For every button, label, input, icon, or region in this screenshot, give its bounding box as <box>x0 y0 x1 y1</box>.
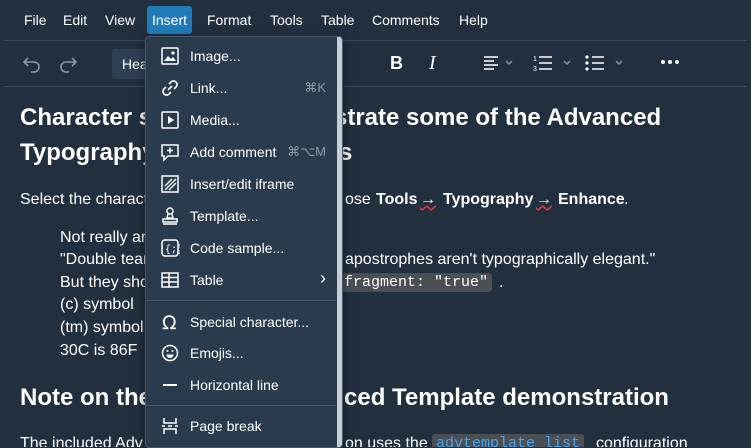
menu-item-table[interactable]: Table › <box>146 265 336 295</box>
list-item-3-end: . <box>499 274 504 291</box>
list-item-2-right: apostrophes aren't typographically elega… <box>345 251 656 268</box>
italic-icon[interactable]: I <box>429 52 436 75</box>
numbered-list-icon[interactable]: 13 <box>532 53 574 73</box>
bottom-text-mid: on uses the <box>345 435 428 447</box>
menubar: File Edit View Insert Format Tools Table… <box>0 0 751 40</box>
list-item-3-code: fragment: "true" <box>340 273 493 292</box>
intro-tools: Tools <box>376 191 418 208</box>
bold-icon[interactable]: B <box>390 53 403 74</box>
menu-file[interactable]: File <box>19 6 52 34</box>
menu-view[interactable]: View <box>100 6 140 34</box>
insert-menu: Image... Link... ⌘K Media... Add comment… <box>145 36 343 448</box>
menu-scrollbar[interactable] <box>337 37 342 447</box>
undo-icon[interactable] <box>22 53 42 73</box>
menu-item-iframe[interactable]: Insert/edit iframe <box>146 169 336 199</box>
intro-period: . <box>624 191 629 208</box>
code-sample-icon: {;} <box>160 238 183 258</box>
menu-item-link[interactable]: Link... ⌘K <box>146 73 336 103</box>
menu-item-label: Horizontal line <box>190 377 279 393</box>
intro-arrow-2: → <box>536 191 552 208</box>
intro-text-mid: ose <box>345 191 371 208</box>
svg-text:{;}: {;} <box>165 244 180 256</box>
menu-item-horizontal-line[interactable]: Horizontal line <box>146 370 336 400</box>
heading-line2-left: Typography <box>20 139 156 166</box>
intro-typography: Typography <box>443 191 534 208</box>
menu-item-label: Link... <box>190 80 228 96</box>
menu-item-template[interactable]: Template... <box>146 201 336 231</box>
media-icon <box>160 110 180 130</box>
menu-item-label: Table <box>190 272 224 288</box>
intro-arrow-1: → <box>420 191 436 208</box>
svg-text:Ω: Ω <box>162 312 177 332</box>
editor-body[interactable]: Character s strate some of the Advanced … <box>4 86 747 447</box>
menu-item-label: Add comment <box>190 144 277 160</box>
more-icon[interactable] <box>660 55 680 69</box>
menu-item-label: Media... <box>190 112 240 128</box>
menu-edit[interactable]: Edit <box>58 6 92 34</box>
bullet-list-icon[interactable] <box>584 53 628 73</box>
table-icon <box>160 270 180 290</box>
bottom-text-end: configuration <box>596 435 688 447</box>
menu-item-label: Image... <box>190 48 241 64</box>
menu-item-label: Template... <box>190 208 259 224</box>
bottom-text-left: The included Adv <box>20 435 143 447</box>
menu-item-shortcut: ⌘K <box>304 80 326 95</box>
template-icon <box>160 206 180 226</box>
menu-item-emojis[interactable]: Emojis... <box>146 338 336 368</box>
menu-item-label: Page break <box>190 418 262 434</box>
image-icon <box>160 46 180 66</box>
menu-item-label: Special character... <box>190 314 310 330</box>
heading2-right: ced Template demonstration <box>344 384 669 411</box>
emoji-icon <box>160 343 180 363</box>
heading-line1-left: Character s <box>20 104 153 131</box>
svg-text:3: 3 <box>533 66 537 73</box>
omega-icon: Ω <box>160 312 180 334</box>
menu-item-special-character[interactable]: Ω Special character... <box>146 307 336 337</box>
menu-item-add-comment[interactable]: Add comment ⌘⌥M <box>146 137 336 167</box>
menu-item-code-sample[interactable]: {;} Code sample... <box>146 233 336 263</box>
menu-table[interactable]: Table <box>316 6 359 34</box>
horizontal-line-icon <box>160 375 180 395</box>
menu-item-media[interactable]: Media... <box>146 105 336 135</box>
list-item-4: (c) symbol <box>60 296 134 313</box>
menu-item-shortcut: ⌘⌥M <box>287 144 326 159</box>
intro-text-left: Select the charact <box>20 191 149 208</box>
list-item-6: 30C is 86F <box>60 342 138 359</box>
page-break-icon <box>160 416 180 436</box>
menu-item-label: Code sample... <box>190 240 285 256</box>
menu-separator <box>146 300 336 301</box>
menu-help[interactable]: Help <box>454 6 493 34</box>
menu-format[interactable]: Format <box>202 6 256 34</box>
comment-add-icon <box>160 142 180 162</box>
menu-comments[interactable]: Comments <box>367 6 445 34</box>
menu-item-page-break[interactable]: Page break <box>146 411 336 441</box>
menu-item-image[interactable]: Image... <box>146 41 336 71</box>
link-icon <box>160 78 180 98</box>
heading-line1-right: strate some of the Advanced <box>334 104 662 131</box>
bottom-code: advtemplate_list <box>432 434 585 447</box>
svg-text:1: 1 <box>533 56 537 63</box>
heading2-left: Note on the <box>20 384 152 411</box>
menu-separator <box>146 405 336 406</box>
chevron-right-icon: › <box>320 268 326 288</box>
list-item-1: Not really ar <box>60 229 147 246</box>
align-left-icon[interactable] <box>482 54 516 72</box>
iframe-icon <box>160 174 180 194</box>
list-item-2-left: "Double tear <box>60 251 149 268</box>
menu-item-label: Emojis... <box>190 345 244 361</box>
toolbar: Heading 1 B I 13 <box>4 40 747 87</box>
intro-enhance: Enhance <box>558 191 625 208</box>
menu-item-label: Insert/edit iframe <box>190 176 295 192</box>
menu-tools[interactable]: Tools <box>265 6 308 34</box>
menu-insert[interactable]: Insert <box>147 6 193 34</box>
redo-icon[interactable] <box>58 53 78 73</box>
list-item-5: (tm) symbol <box>60 319 144 336</box>
list-item-3-left: But they sho <box>60 274 149 291</box>
